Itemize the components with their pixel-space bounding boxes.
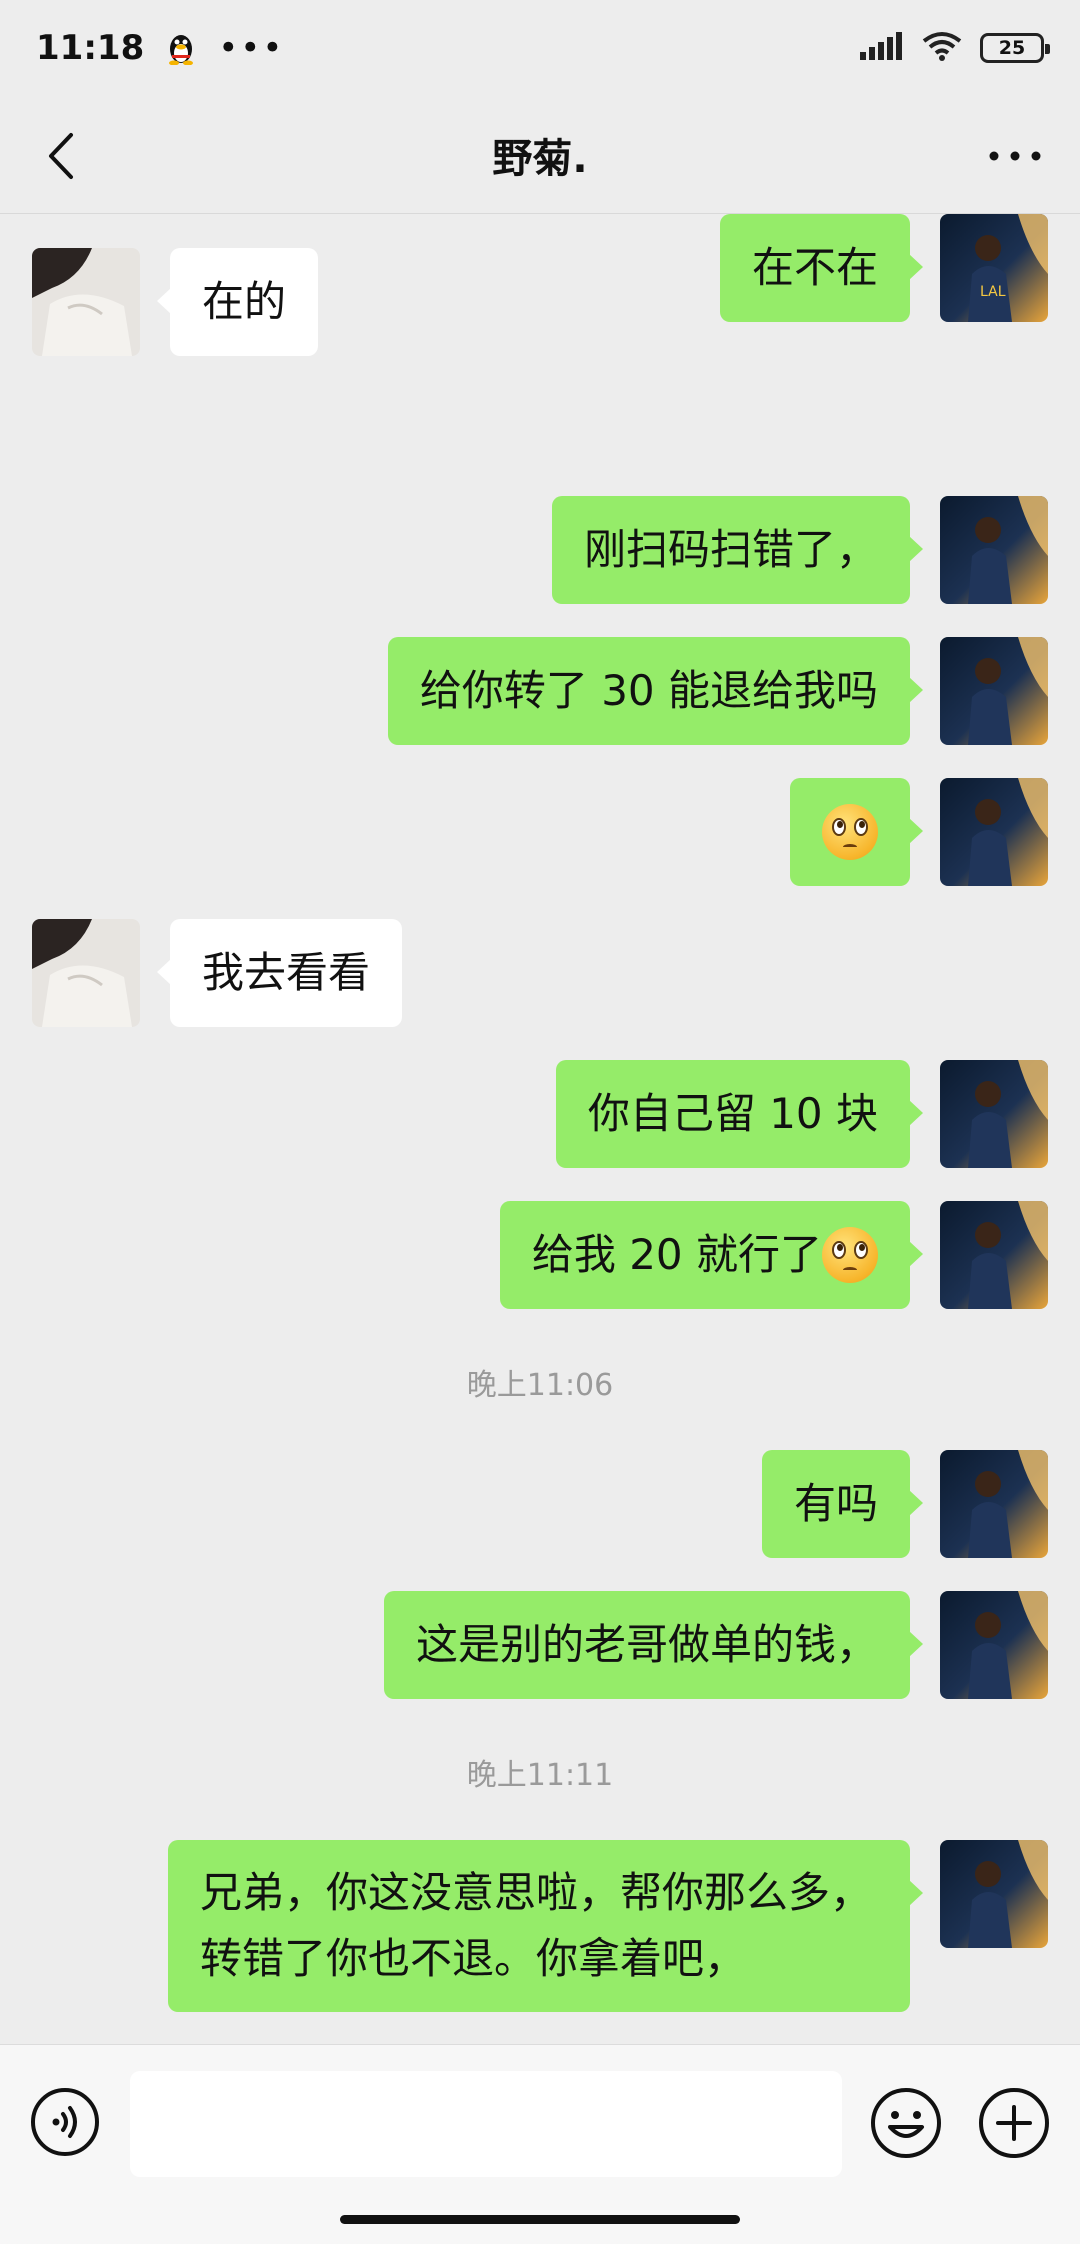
contact-avatar[interactable] [32,919,140,1027]
battery-indicator: 25 [980,33,1050,63]
message-bubble-sent-emoji[interactable] [790,778,923,886]
rolling-eyes-emoji-icon [822,804,878,860]
emoji-button[interactable] [870,2087,942,2159]
message-bubble-sent[interactable]: 有吗 [761,1450,924,1558]
svg-text:LAL: LAL [980,284,1006,300]
message-text-line: 兄弟，你这没意思啦，帮你那么多， [200,1868,873,1917]
plus-icon [979,2088,1049,2158]
my-avatar[interactable] [940,778,1048,886]
timestamp: 晚上11:11 [466,1758,614,1793]
voice-icon [31,2088,99,2156]
voice-button[interactable] [30,2087,100,2157]
wifi-icon [922,31,962,65]
message-bubble-sent[interactable]: 给我 20 就行了 [499,1201,924,1309]
message-bubble-received[interactable]: 在的 [156,248,319,356]
my-avatar[interactable]: LAL [940,214,1048,322]
back-arrow-icon [49,133,73,179]
rolling-eyes-emoji-icon [822,1227,878,1283]
message-bubble-sent[interactable]: 这是别的老哥做单的钱， [383,1591,924,1699]
my-avatar[interactable] [940,1201,1048,1309]
more-functions-button[interactable] [978,2087,1050,2159]
message-input[interactable] [130,2071,842,2177]
my-avatar[interactable] [940,637,1048,745]
my-avatar[interactable] [940,1591,1048,1699]
input-bar [0,2044,1080,2244]
message-bubble-sent[interactable]: 给你转了 30 能退给我吗 [387,637,924,745]
contact-avatar[interactable] [32,248,140,356]
more-options-button[interactable] [980,126,1050,186]
chat-title: 野菊. [492,135,588,182]
message-bubble-sent[interactable]: 在不在 [719,214,924,322]
message-bubble-received[interactable]: 我去看看 [156,919,403,1027]
timestamp: 晚上11:06 [466,1368,614,1403]
home-indicator[interactable] [340,2215,740,2224]
message-text: 给我 20 就行了 [531,1230,822,1279]
notification-dots-icon: ••• [218,28,285,68]
my-avatar[interactable] [940,1450,1048,1558]
status-time: 11:18 [36,28,145,68]
message-bubble-sent[interactable]: 刚扫码扫错了， [551,496,924,604]
back-button[interactable] [30,126,90,186]
message-bubble-sent[interactable]: 你自己留 10 块 [555,1060,924,1168]
smiley-icon [871,2088,941,2158]
chat-header: 野菊. [0,96,1080,214]
status-bar: 11:18 ••• 25 [0,0,1080,96]
message-bubble-sent[interactable]: 兄弟，你这没意思啦，帮你那么多， 转错了你也不退。你拿着吧， [168,1840,923,2012]
message-list[interactable]: 在不在 LAL 在的 刚扫码扫错了， 给你转了 30 能退给我吗 我去看看 你自… [0,214,1080,2044]
signal-icon [860,32,904,64]
message-text-line: 转错了你也不退。你拿着吧， [200,1934,747,1983]
my-avatar[interactable] [940,1840,1048,1948]
my-avatar[interactable] [940,496,1048,604]
more-dots-icon [989,151,1041,161]
my-avatar[interactable] [940,1060,1048,1168]
qq-penguin-icon [166,31,196,66]
